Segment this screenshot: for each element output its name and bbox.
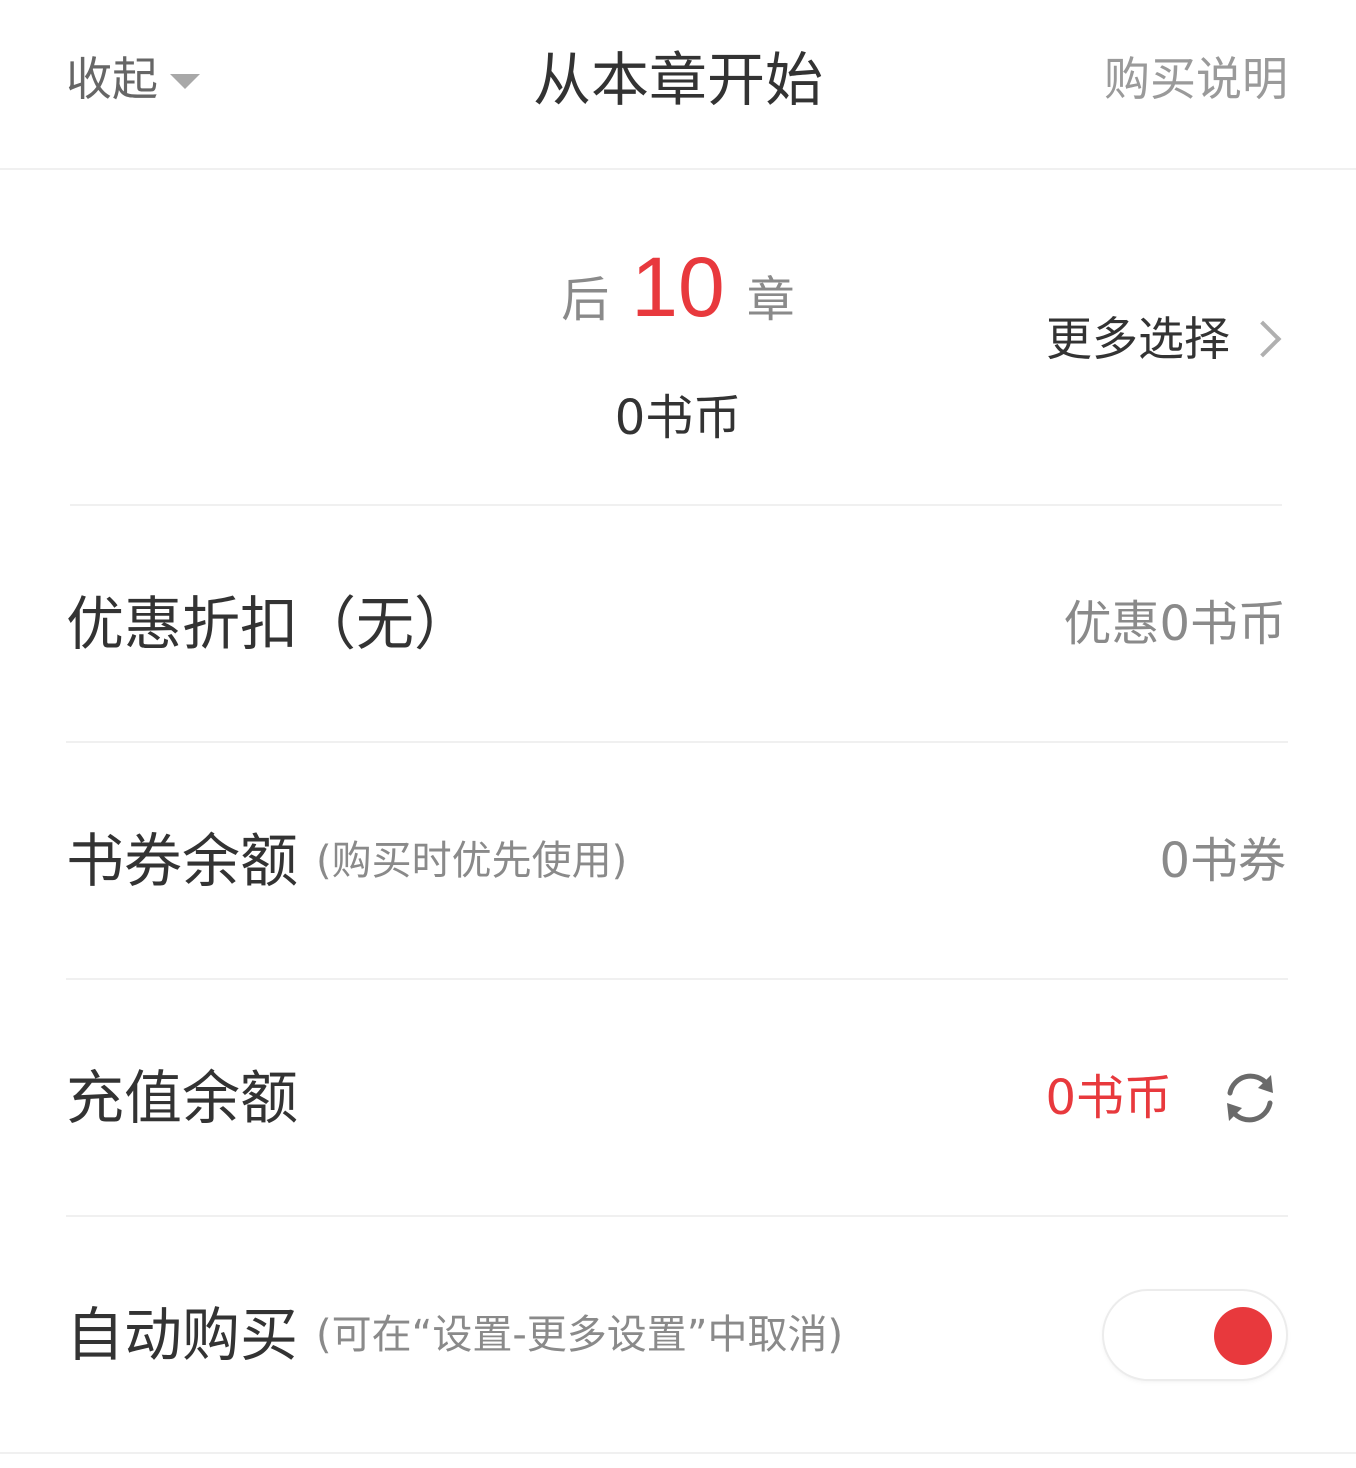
voucher-row: 书券余额 (购买时优先使用) 0书券 [0, 743, 1356, 979]
discount-row: 优惠折扣（无） 优惠0书币 [0, 506, 1356, 742]
chapter-count-number: 10 [631, 240, 725, 334]
auto-buy-toggle[interactable] [1104, 1291, 1286, 1379]
recharge-label: 充值余额 [66, 1063, 298, 1133]
auto-buy-row: 自动购买 (可在“设置-更多设置”中取消) [0, 1217, 1356, 1453]
chapter-count-suffix: 章 [746, 272, 795, 328]
recharge-value: 0书币 [1045, 1070, 1172, 1126]
chapter-count-prefix: 后 [561, 272, 610, 328]
discount-title: 优惠折扣（无） [66, 590, 473, 658]
refresh-icon[interactable] [1218, 1066, 1282, 1130]
voucher-note: (购买时优先使用) [316, 838, 628, 884]
auto-buy-note: (可在“设置-更多设置”中取消) [316, 1312, 844, 1358]
voucher-label: 书券余额 (购买时优先使用) [66, 826, 627, 896]
voucher-title: 书券余额 [66, 827, 299, 895]
auto-buy-title: 自动购买 [66, 1301, 299, 1369]
more-options-label: 更多选择 [1046, 312, 1230, 366]
chapter-price: 0书币 [614, 390, 742, 446]
recharge-row: 充值余额 0书币 [0, 980, 1356, 1216]
chapter-selection: 后 10 章 0书币 更多选择 [0, 170, 1356, 504]
more-options-button[interactable]: 更多选择 [1046, 310, 1282, 368]
purchase-help-link[interactable]: 购买说明 [1104, 50, 1288, 108]
divider [0, 1452, 1356, 1454]
voucher-value: 0书券 [1159, 833, 1286, 889]
toggle-knob [1214, 1307, 1272, 1365]
discount-label: 优惠折扣（无） [66, 589, 472, 659]
recharge-title: 充值余额 [66, 1064, 299, 1132]
auto-buy-label: 自动购买 (可在“设置-更多设置”中取消) [66, 1300, 843, 1370]
discount-value: 优惠0书币 [1063, 596, 1286, 652]
purchase-header: 收起 从本章开始 购买说明 [0, 0, 1356, 170]
chevron-right-icon [1244, 320, 1282, 358]
